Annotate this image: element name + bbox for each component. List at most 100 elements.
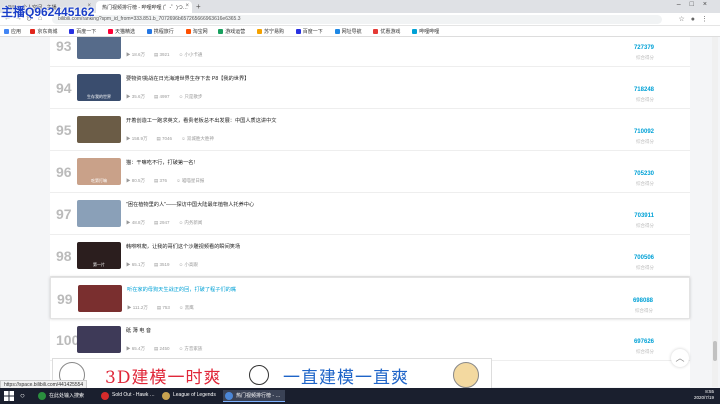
video-title-link[interactable]: 砥 薄 电 音 bbox=[126, 327, 151, 334]
score-label: 综合得分 bbox=[636, 55, 654, 60]
ranking-row[interactable]: 98 第一片 韩咻咻爬，让我的哥们这个沙雕视频看的瞬间笑场 ▶ 65.1万 ▤ 3519… bbox=[50, 235, 690, 277]
video-thumbnail[interactable]: 吃第打嘛 bbox=[77, 158, 121, 185]
danmaku-count: ▤ 2450 bbox=[154, 346, 170, 351]
composite-score: 718248 bbox=[633, 87, 654, 93]
score-label: 综合得分 bbox=[636, 181, 654, 186]
ranking-row[interactable]: 94 生存我的世界 要物资!挑战在日光海滩世界生存下去 P8【我的世界】 ▶ 35.6… bbox=[50, 67, 690, 109]
bookmark-item[interactable]: 优惠游戏 bbox=[373, 28, 400, 35]
bookmark-item[interactable]: 应用 bbox=[4, 28, 21, 35]
video-thumbnail[interactable]: 生存我的世界 bbox=[77, 74, 121, 101]
new-tab-icon[interactable]: + bbox=[196, 2, 201, 11]
chevron-up-icon: ︿ bbox=[675, 353, 685, 363]
bookmark-item[interactable]: 携程旅行 bbox=[146, 28, 174, 35]
taskbar-app[interactable]: League of Legends bbox=[160, 390, 220, 402]
ranking-row[interactable]: 100 砥 薄 电 音 ▶ 65.4万 ▤ 2450 ☺ 方音家族 697626 综合得分 bbox=[50, 319, 690, 361]
author-link[interactable]: ☺ 小高跟 bbox=[179, 262, 198, 268]
app-icon bbox=[162, 392, 170, 400]
bookmark-favicon-icon bbox=[412, 29, 418, 34]
bookmark-item[interactable]: 网址导航 bbox=[334, 28, 362, 35]
ranking-row[interactable]: 95 开着创造工一跑求英文，看贵老板总不出发展：中国人质这讲中文 ▶ 158.9万 ▤… bbox=[50, 109, 690, 151]
ranking-row[interactable]: 93 ▶ 18.6万 ▤ 3921 ☺ 小小卡通 727379 综合得分 bbox=[50, 37, 690, 67]
video-title-link[interactable]: "困在植物里的人"——探访中国大陆最年植物人托养中心 bbox=[126, 201, 254, 208]
bookmark-label: 淘宝网 bbox=[192, 29, 208, 35]
video-meta: ▶ 80.5万 ▤ 376 ☺ 喵喵星日报 bbox=[126, 178, 213, 184]
taskbar-app-label: 在此处输入搜索 bbox=[49, 393, 85, 399]
bookmark-label: 百度一下 bbox=[302, 29, 323, 35]
browser-menu-icons[interactable]: ☆●⋮ bbox=[678, 15, 714, 23]
app-icon bbox=[101, 392, 109, 400]
author-link[interactable]: ☺ 喵喵星日报 bbox=[176, 178, 204, 184]
danmaku-count: ▤ 753 bbox=[156, 305, 170, 310]
scrollbar[interactable] bbox=[712, 37, 718, 387]
video-meta: ▶ 65.1万 ▤ 3519 ☺ 小高跟 bbox=[126, 262, 207, 268]
bookmark-favicon-icon bbox=[30, 29, 36, 34]
ranking-row[interactable]: 97 "困在植物里的人"——探访中国大陆最年植物人托养中心 ▶ 48.8万 ▤ 294… bbox=[50, 193, 690, 235]
score-label: 综合得分 bbox=[636, 223, 654, 228]
author-link[interactable]: ☺ 只是散步 bbox=[179, 94, 203, 100]
video-title-link[interactable]: 要物资!挑战在日光海滩世界生存下去 P8【我的世界】 bbox=[126, 75, 249, 82]
danmaku-count: ▤ 7046 bbox=[156, 136, 173, 141]
video-title-link[interactable]: 韩咻咻爬，让我的哥们这个沙雕视频看的瞬间笑场 bbox=[126, 243, 240, 250]
video-thumbnail[interactable]: 第一片 bbox=[77, 242, 121, 269]
bookmark-favicon-icon bbox=[257, 29, 262, 34]
browser-tab-active[interactable]: 热门视频排行榜 - 哔哩哔哩 (゜-゜)つ… × bbox=[96, 1, 192, 13]
video-title-link[interactable]: 听在家的母狗天生战正的回，打破了程子们的嘴 bbox=[127, 286, 236, 293]
bookmark-favicon-icon bbox=[108, 29, 113, 34]
video-thumbnail[interactable] bbox=[77, 37, 121, 59]
video-thumbnail[interactable] bbox=[78, 285, 122, 312]
banner-overlay: 3D建模一时爽 一直建模一直爽 bbox=[52, 358, 492, 390]
taskbar-app-label: League of Legends bbox=[173, 392, 216, 398]
bookmark-item[interactable]: 苏宁易购 bbox=[257, 28, 284, 35]
ranking-row[interactable]: 99 听在家的母狗天生战正的回，打破了程子们的嘴 ▶ 111.2万 ▤ 753 ☺ 黑鹰… bbox=[50, 277, 690, 319]
video-thumbnail[interactable] bbox=[77, 116, 121, 143]
rank-number: 99 bbox=[57, 291, 73, 307]
windows-start-icon[interactable] bbox=[4, 391, 14, 401]
composite-score: 727379 bbox=[633, 45, 654, 51]
back-to-top-button[interactable]: ︿ bbox=[671, 349, 689, 367]
bookmark-item[interactable]: 京东商城 bbox=[30, 28, 57, 35]
taskbar-app[interactable]: 在此处输入搜索 bbox=[36, 390, 96, 402]
address-bar[interactable]: bilibili.com/ranking?spm_id_from=333.851… bbox=[52, 15, 662, 24]
play-count: ▶ 35.6万 bbox=[126, 94, 146, 99]
play-count: ▶ 111.2万 bbox=[127, 305, 148, 310]
author-link[interactable]: ☺ 小小卡通 bbox=[179, 52, 203, 58]
taskbar-app[interactable]: 热门视频排行榜 - … bbox=[223, 390, 285, 402]
video-title-link[interactable]: 开着创造工一跑求英文，看贵老板总不出发展：中国人质这讲中文 bbox=[126, 117, 276, 124]
system-tray[interactable]: 8:55 2020/7/19 bbox=[694, 389, 714, 401]
author-link[interactable]: ☺ 双城胜大胜神 bbox=[181, 136, 214, 142]
video-title-link[interactable]: 猫：干嘛吃不行，打破第一名! bbox=[126, 159, 195, 166]
bookmark-label: 苏宁易购 bbox=[264, 29, 285, 35]
video-thumbnail[interactable] bbox=[77, 200, 121, 227]
taskbar-app[interactable]: Sold Out - Hawk … bbox=[99, 390, 157, 402]
rank-number: 95 bbox=[56, 122, 72, 138]
bookmark-item[interactable]: 百度一下 bbox=[295, 28, 323, 35]
author-link[interactable]: ☺ 内务新闻 bbox=[179, 220, 203, 226]
bookmark-item[interactable]: 哔哩哔哩 bbox=[412, 28, 439, 35]
video-thumbnail[interactable] bbox=[77, 326, 121, 353]
clock-date: 2020/7/19 bbox=[693, 395, 714, 400]
ranking-row[interactable]: 96 吃第打嘛 猫：干嘛吃不行，打破第一名! ▶ 80.5万 ▤ 376 ☺ 喵喵星日报 7… bbox=[50, 151, 690, 193]
bookmark-item[interactable]: 百度一下 bbox=[69, 28, 96, 35]
author-link[interactable]: ☺ 黑鹰 bbox=[179, 305, 194, 311]
bookmark-item[interactable]: 天猫精选 bbox=[108, 28, 135, 35]
bookmark-label: 京东商城 bbox=[37, 29, 58, 35]
scrollbar-thumb[interactable] bbox=[713, 341, 717, 361]
video-meta: ▶ 111.2万 ▤ 753 ☺ 黑鹰 bbox=[127, 305, 203, 311]
search-icon[interactable]: ○ bbox=[20, 391, 30, 401]
bookmark-label: 优惠游戏 bbox=[380, 29, 401, 35]
composite-score: 700506 bbox=[633, 255, 654, 261]
close-icon[interactable]: × bbox=[185, 3, 189, 9]
streamer-watermark: 主播Q962445162 bbox=[1, 5, 95, 19]
screen: Bilibili 个人空间 - 主播… × 热门视频排行榜 - 哔哩哔哩 (゜-… bbox=[0, 0, 720, 404]
browser-tabbar: Bilibili 个人空间 - 主播… × 热门视频排行榜 - 哔哩哔哩 (゜-… bbox=[0, 0, 720, 13]
rank-number: 96 bbox=[56, 164, 72, 180]
window-controls[interactable]: –□× bbox=[677, 1, 716, 8]
bookmark-label: 应用 bbox=[11, 29, 22, 35]
app-icon bbox=[38, 392, 46, 400]
author-link[interactable]: ☺ 方音家族 bbox=[179, 346, 203, 352]
play-count: ▶ 65.1万 bbox=[126, 262, 146, 267]
bookmark-item[interactable]: 游戏运营 bbox=[218, 28, 245, 35]
video-meta: ▶ 48.8万 ▤ 2947 ☺ 内务新闻 bbox=[126, 220, 211, 226]
banner-left-text: 3D建模一时爽 bbox=[105, 368, 222, 388]
bookmark-item[interactable]: 淘宝网 bbox=[185, 28, 208, 35]
